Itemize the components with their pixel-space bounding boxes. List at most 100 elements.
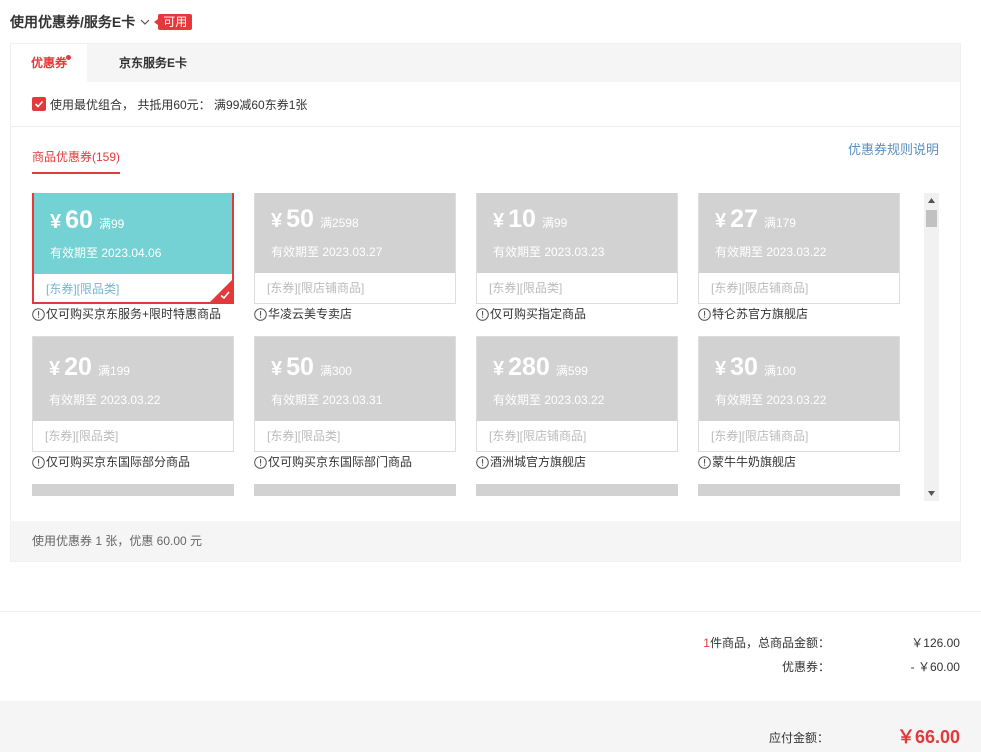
coupon-face: ¥60 满99 有效期至 2023.04.06: [34, 193, 232, 274]
info-icon: [698, 455, 711, 469]
scroll-up-button[interactable]: [924, 193, 939, 208]
info-icon: [32, 455, 45, 469]
coupon-amount-line: ¥50 满300: [271, 353, 455, 382]
coupon-amount-line: ¥20 满199: [49, 353, 233, 382]
info-icon: [476, 455, 489, 469]
coupon-face: ¥10 满99 有效期至 2023.03.23: [477, 193, 677, 273]
coupon-tag: [东券][限店铺商品]: [489, 429, 587, 443]
scroll-thumb[interactable]: [926, 210, 937, 227]
coupon-scrollbar[interactable]: [924, 193, 939, 501]
coupon-amount-line: ¥50 满2598: [271, 205, 455, 234]
coupon-card[interactable]: ¥50 满300 有效期至 2023.03.31 [东券][限品类] 仅可购买京东国际部…: [254, 336, 456, 472]
coupon-card[interactable]: ¥280 满599 有效期至 2023.03.22 [东券][限店铺商品] 酒洲城官方旗…: [476, 336, 678, 472]
coupon-body[interactable]: ¥280 满599 有效期至 2023.03.22 [东券][限店铺商品]: [476, 336, 678, 452]
coupon-usage-summary: 使用优惠券 1 张，优惠 60.00 元: [11, 521, 960, 561]
coupon-note-text: 仅可购买京东服务+限时特惠商品: [46, 307, 222, 321]
coupon-body[interactable]: ¥10 满99 有效期至 2023.03.23 [东券][限品类]: [476, 193, 678, 304]
coupon-note: 仅可购买京东国际部门商品: [254, 452, 456, 472]
info-icon: [698, 307, 711, 321]
coupon-tag: [东券][限品类]: [267, 429, 341, 443]
tab-ecard-label: 京东服务E卡: [119, 56, 188, 70]
coupon-amount-line: ¥280 满599: [493, 353, 677, 382]
coupon-card[interactable]: ¥60 满99 有效期至 2023.04.06 [东券][限品类] 仅可购买京东服务+限…: [32, 193, 234, 324]
scroll-down-button[interactable]: [924, 486, 939, 501]
coupon-rules-link[interactable]: 优惠券规则说明: [848, 139, 939, 158]
coupon-card-partial[interactable]: [476, 484, 678, 496]
coupon-body[interactable]: ¥60 满99 有效期至 2023.04.06 [东券][限品类]: [32, 193, 234, 304]
coupon-expiry: 有效期至 2023.03.22: [493, 393, 605, 407]
coupon-body[interactable]: ¥20 满199 有效期至 2023.03.22 [东券][限品类]: [32, 336, 234, 452]
coupon-face: ¥50 满2598 有效期至 2023.03.27: [255, 193, 455, 273]
coupon-body[interactable]: ¥50 满300 有效期至 2023.03.31 [东券][限品类]: [254, 336, 456, 452]
coupon-note-text: 华凌云美专卖店: [268, 307, 353, 321]
coupon-condition: 满99: [98, 217, 125, 231]
coupon-amount: 30: [730, 353, 758, 381]
coupon-amount-line: ¥30 满100: [715, 353, 899, 382]
currency-symbol: ¥: [715, 210, 727, 232]
coupon-condition: 满599: [555, 364, 588, 378]
coupon-condition: 满100: [763, 364, 796, 378]
coupon-amount-line: ¥27 满179: [715, 205, 899, 234]
coupon-grid: ¥60 满99 有效期至 2023.04.06 [东券][限品类] 仅可购买京东服务+限…: [32, 193, 929, 501]
coupon-expiry: 有效期至 2023.03.22: [715, 393, 827, 407]
coupon-card-partial[interactable]: [254, 484, 456, 496]
coupon-expiry: 有效期至 2023.03.23: [493, 245, 605, 259]
chevron-down-icon[interactable]: [140, 17, 150, 27]
coupon-tag: [东券][限店铺商品]: [711, 429, 809, 443]
coupon-card-partial[interactable]: [698, 484, 900, 496]
coupon-note: 酒洲城官方旗舰店: [476, 452, 678, 472]
section-title: 使用优惠券/服务E卡: [10, 14, 136, 30]
coupon-amount: 20: [64, 353, 92, 381]
coupon-condition: 满179: [763, 216, 796, 230]
coupon-tag: [东券][限店铺商品]: [711, 281, 809, 295]
coupon-tag: [东券][限品类]: [46, 282, 120, 296]
currency-symbol: ¥: [493, 358, 505, 380]
coupon-expiry: 有效期至 2023.03.22: [715, 245, 827, 259]
coupon-card[interactable]: ¥50 满2598 有效期至 2023.03.27 [东券][限店铺商品] 华凌云美专卖…: [254, 193, 456, 324]
coupon-body[interactable]: ¥50 满2598 有效期至 2023.03.27 [东券][限店铺商品]: [254, 193, 456, 304]
coupon-card[interactable]: ¥10 满99 有效期至 2023.03.23 [东券][限品类] 仅可购买指定商品: [476, 193, 678, 324]
tab-coupons[interactable]: 优惠券: [11, 44, 88, 82]
info-icon: [254, 307, 267, 321]
coupon-body[interactable]: ¥27 满179 有效期至 2023.03.22 [东券][限店铺商品]: [698, 193, 900, 304]
tab-product-coupons[interactable]: 商品优惠券(159): [32, 148, 121, 174]
coupon-note: 仅可购买京东国际部分商品: [32, 452, 234, 472]
info-icon: [32, 307, 45, 321]
tab-service-ecard[interactable]: 京东服务E卡: [87, 44, 207, 82]
coupon-note: 蒙牛牛奶旗舰店: [698, 452, 900, 472]
goods-total-row: 1件商品，总商品金额： ￥126.00: [560, 632, 960, 652]
coupon-note: 仅可购买京东服务+限时特惠商品: [32, 304, 234, 324]
coupon-card-partial[interactable]: [32, 484, 234, 496]
coupon-card[interactable]: ¥30 满100 有效期至 2023.03.22 [东券][限店铺商品] 蒙牛牛奶旗舰店: [698, 336, 900, 472]
coupon-condition: 满199: [97, 364, 130, 378]
info-icon: [476, 307, 489, 321]
payable-label: 应付金额：: [768, 731, 829, 745]
best-combo-checkbox[interactable]: [32, 97, 46, 111]
tab-coupons-label: 优惠券: [31, 56, 68, 70]
currency-symbol: ¥: [49, 358, 61, 380]
coupon-amount-line: ¥10 满99: [493, 205, 677, 234]
coupon-tag: [东券][限品类]: [45, 429, 119, 443]
coupon-note: 华凌云美专卖店: [254, 304, 456, 324]
coupon-card[interactable]: ¥20 满199 有效期至 2023.03.22 [东券][限品类] 仅可购买京东国际部…: [32, 336, 234, 472]
coupon-amount: 50: [286, 205, 314, 233]
coupon-discount-value: - ￥60.00: [910, 659, 960, 674]
coupon-expiry: 有效期至 2023.03.31: [271, 393, 383, 407]
divider: [0, 611, 981, 612]
info-icon: [254, 455, 267, 469]
coupon-expiry: 有效期至 2023.04.06: [50, 246, 162, 260]
coupon-expiry: 有效期至 2023.03.27: [271, 245, 383, 259]
coupon-body[interactable]: ¥30 满100 有效期至 2023.03.22 [东券][限店铺商品]: [698, 336, 900, 452]
coupon-tag: [东券][限品类]: [489, 281, 563, 295]
goods-total-value: ￥126.00: [911, 635, 960, 650]
selected-check-icon: [220, 291, 230, 300]
coupon-face: ¥20 满199 有效期至 2023.03.22: [33, 337, 233, 421]
item-count: 1: [703, 635, 710, 650]
coupon-panel: 优惠券 京东服务E卡 使用最优组合， 共抵用60元： 满99减60东券1张 商品…: [10, 43, 961, 562]
currency-symbol: ¥: [50, 211, 62, 233]
coupon-section-header[interactable]: 使用优惠券/服务E卡 可用: [10, 12, 193, 32]
coupon-tabs: 优惠券 京东服务E卡: [11, 44, 960, 82]
checkmark-icon: [34, 100, 44, 108]
coupon-tag: [东券][限店铺商品]: [267, 281, 365, 295]
coupon-card[interactable]: ¥27 满179 有效期至 2023.03.22 [东券][限店铺商品] 特仑苏官方旗舰…: [698, 193, 900, 324]
